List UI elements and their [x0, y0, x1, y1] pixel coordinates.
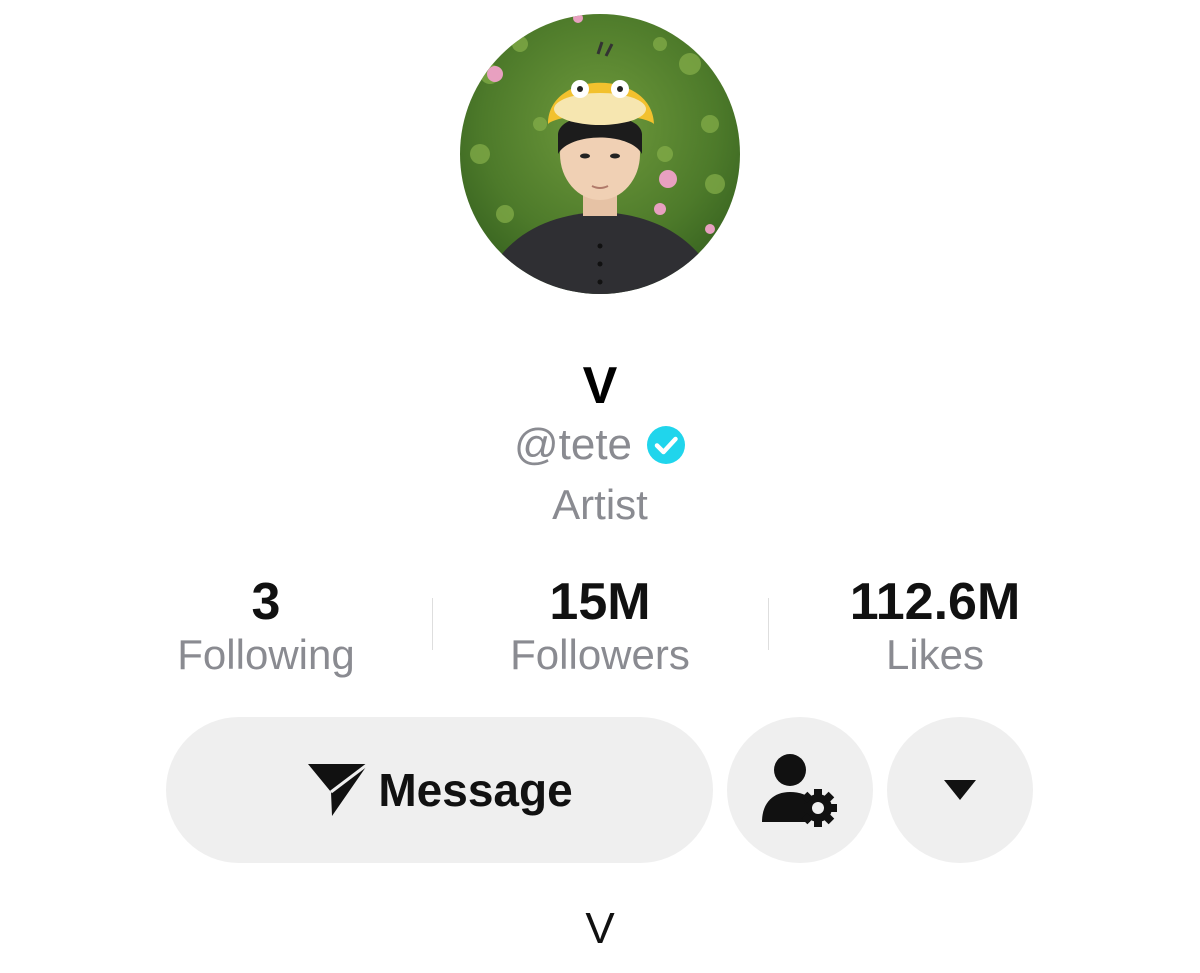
- more-options-button[interactable]: [887, 717, 1033, 863]
- user-settings-icon: [762, 754, 837, 827]
- user-settings-button[interactable]: [727, 717, 873, 863]
- followers-label: Followers: [510, 631, 690, 678]
- caret-down-icon: [944, 780, 976, 800]
- following-label: Following: [177, 631, 355, 678]
- send-icon: [308, 762, 370, 816]
- stat-divider: [432, 598, 433, 650]
- stat-following[interactable]: 3 Following: [101, 572, 431, 682]
- message-label: Message: [378, 764, 573, 816]
- message-button[interactable]: Message: [166, 717, 713, 863]
- likes-label: Likes: [885, 631, 985, 678]
- stat-likes[interactable]: 112.6M Likes: [770, 572, 1100, 682]
- stat-followers[interactable]: 15M Followers: [435, 572, 765, 682]
- handle-row: @tete: [0, 418, 1200, 472]
- footer-name: V: [585, 904, 615, 953]
- bio-text: Artist: [552, 481, 648, 528]
- following-count: 3: [251, 573, 281, 631]
- username-handle: @tete: [513, 420, 633, 469]
- avatar-image: [460, 14, 740, 294]
- verified-badge-icon: [647, 426, 686, 464]
- profile-avatar[interactable]: [460, 14, 740, 294]
- followers-count: 15M: [549, 573, 651, 631]
- stat-divider: [768, 598, 769, 650]
- display-name: V: [582, 357, 618, 415]
- likes-count: 112.6M: [849, 573, 1021, 631]
